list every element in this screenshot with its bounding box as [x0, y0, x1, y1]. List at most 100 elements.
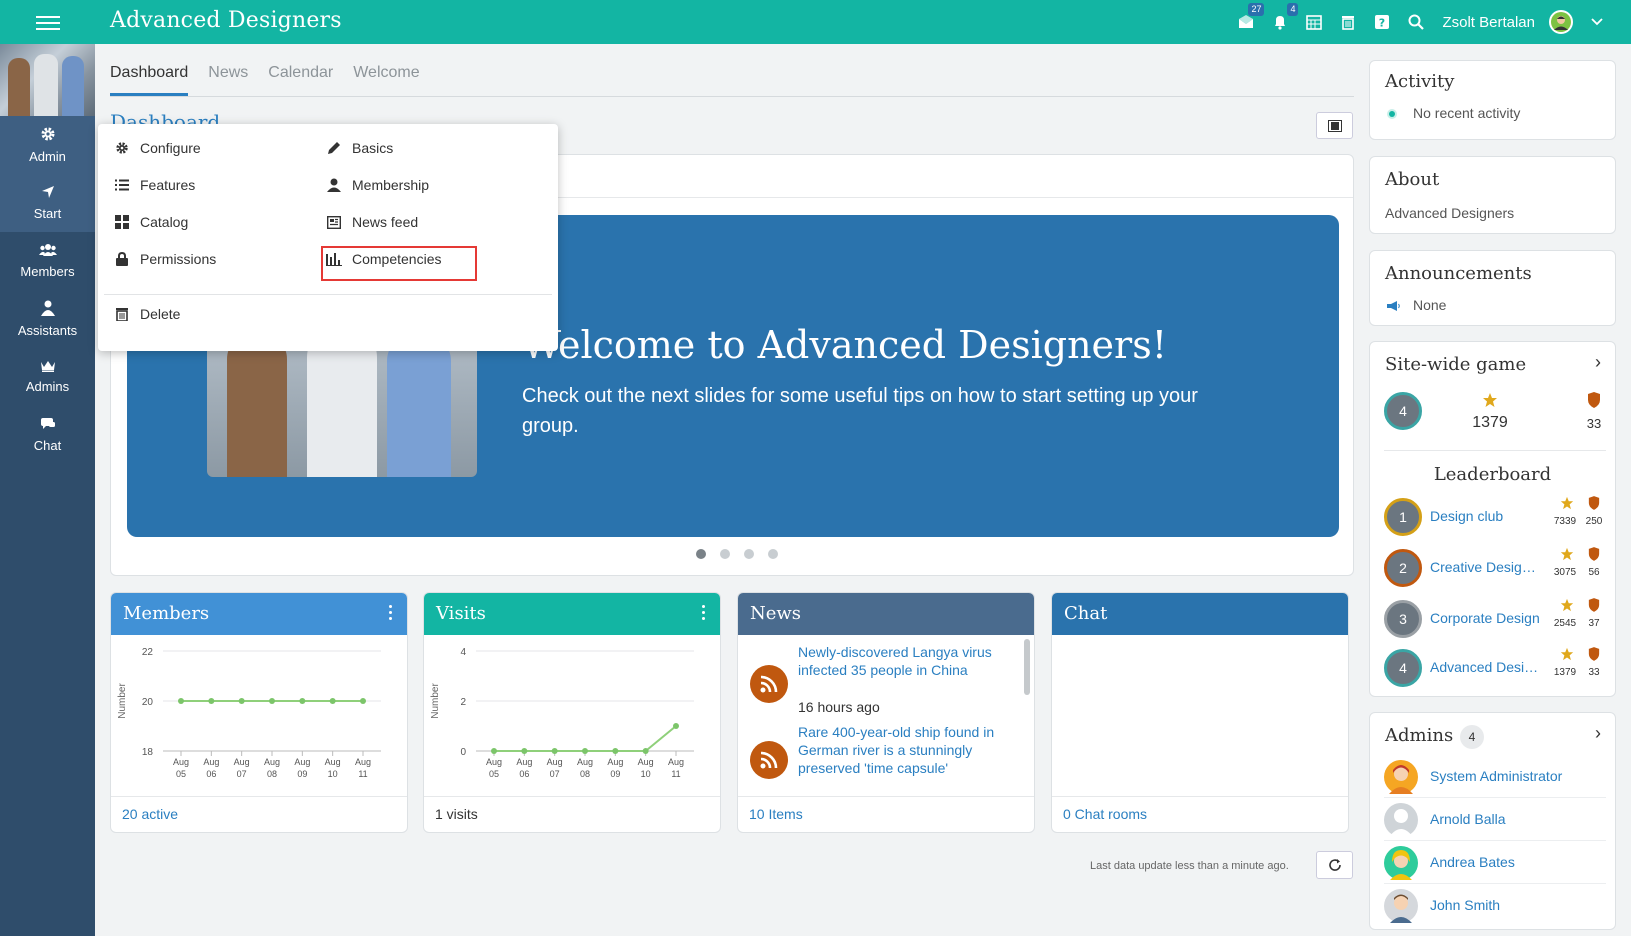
leaderboard-row[interactable]: 1 Design club 7339 250 — [1384, 494, 1606, 542]
data-point — [178, 698, 184, 704]
leaderboard-row[interactable]: 3 Corporate Design 2545 37 — [1384, 596, 1606, 644]
news-widget-footer[interactable]: 10 Items — [738, 796, 1034, 832]
y-axis-label: Number — [117, 683, 128, 719]
data-point — [208, 698, 215, 704]
data-point — [238, 698, 245, 704]
leaderboard-name[interactable]: Advanced Desig... — [1430, 659, 1540, 675]
search-icon[interactable] — [1406, 12, 1426, 32]
leaderboard-badges: 250 — [1585, 516, 1603, 527]
slider-dots — [696, 549, 778, 559]
leaderboard-name[interactable]: Creative Design ... — [1430, 559, 1540, 575]
menu-item-news-feed[interactable]: News feed — [326, 210, 418, 234]
y-tick-label: 2 — [460, 697, 466, 708]
top-bar: Advanced Designers 27 4 ? Zsolt Bertalan — [0, 0, 1631, 44]
leaderboard-row[interactable]: 2 Creative Design ... 3075 56 — [1384, 545, 1606, 593]
user-name[interactable]: Zsolt Bertalan — [1442, 14, 1535, 31]
menu-item-permissions[interactable]: Permissions — [114, 247, 216, 271]
admin-name[interactable]: John Smith — [1430, 897, 1500, 913]
tab-calendar[interactable]: Calendar — [268, 56, 333, 96]
admin-name[interactable]: System Administrator — [1430, 768, 1562, 784]
admin-row[interactable]: Arnold Balla — [1384, 798, 1606, 841]
menu-item-basics[interactable]: Basics — [326, 136, 393, 160]
admin-name[interactable]: Andrea Bates — [1430, 854, 1515, 870]
chevron-right-icon[interactable]: › — [1595, 352, 1601, 373]
x-tick-label: Aug 11 — [355, 757, 371, 779]
slider-dot[interactable] — [696, 549, 706, 559]
leaderboard-badges: 37 — [1588, 618, 1600, 629]
calendar-icon[interactable] — [1304, 12, 1324, 32]
more-vert-icon[interactable] — [389, 605, 393, 623]
sidebar-item-chat[interactable]: Chat — [0, 406, 95, 464]
chevron-down-icon[interactable] — [1587, 12, 1607, 32]
menu-icon[interactable] — [36, 12, 60, 32]
crown-icon — [40, 360, 56, 375]
admin-name[interactable]: Arnold Balla — [1430, 811, 1506, 827]
rss-icon — [750, 741, 788, 779]
app-title[interactable]: Advanced Designers — [110, 8, 342, 33]
slider-dot[interactable] — [744, 549, 754, 559]
chevron-right-icon[interactable]: › — [1595, 723, 1601, 744]
game-badges: 33 — [1586, 416, 1602, 431]
more-vert-icon[interactable] — [702, 605, 706, 623]
game-card: Site-wide game › 4 1379 33 Leaderboard 1… — [1369, 341, 1616, 697]
refresh-button[interactable] — [1316, 851, 1353, 879]
activity-card: Activity No recent activity — [1369, 60, 1616, 140]
menu-item-delete[interactable]: Delete — [114, 302, 180, 326]
chat-widget-footer[interactable]: 0 Chat rooms — [1052, 796, 1348, 832]
leaderboard-avatar: 1 — [1384, 498, 1422, 536]
slider-dot[interactable] — [720, 549, 730, 559]
leaderboard-name[interactable]: Design club — [1430, 508, 1540, 524]
menu-item-configure[interactable]: Configure — [114, 136, 201, 160]
notification-badge: 4 — [1287, 3, 1299, 16]
mail-icon[interactable]: 27 — [1236, 3, 1265, 32]
sidebar-item-assistants[interactable]: Assistants — [0, 290, 95, 348]
tab-dashboard[interactable]: Dashboard — [110, 56, 189, 96]
x-tick-label: Aug 06 — [203, 757, 219, 779]
tab-news[interactable]: News — [208, 56, 248, 96]
menu-item-catalog[interactable]: Catalog — [114, 210, 188, 234]
sidebar-item-members[interactable]: Members — [0, 232, 95, 290]
group-photo[interactable] — [0, 44, 95, 116]
activity-text: No recent activity — [1413, 105, 1521, 121]
leaderboard-name[interactable]: Corporate Design — [1430, 610, 1540, 626]
series-line — [494, 725, 677, 752]
data-point — [329, 698, 336, 704]
x-tick-label: Aug 06 — [516, 757, 532, 779]
leaderboard-row[interactable]: 4 Advanced Desig... 1379 33 — [1384, 645, 1606, 693]
sidebar-item-admin[interactable]: Admin — [0, 116, 95, 174]
user-avatar[interactable] — [1549, 10, 1573, 34]
menu-item-features[interactable]: Features — [114, 173, 195, 197]
menu-item-membership[interactable]: Membership — [326, 173, 429, 197]
sidebar-item-admins[interactable]: Admins — [0, 348, 95, 406]
visits-widget-header: Visits — [424, 593, 720, 635]
users-icon — [38, 243, 57, 260]
news-widget-title: News — [750, 603, 802, 624]
data-point — [673, 723, 679, 729]
admin-row[interactable]: John Smith — [1384, 884, 1606, 927]
scrollbar[interactable] — [1024, 639, 1030, 695]
avatar — [1384, 846, 1418, 880]
group-rank-avatar[interactable]: 4 — [1384, 392, 1422, 430]
members-widget-footer[interactable]: 20 active — [111, 796, 407, 832]
leaderboard-badges: 56 — [1588, 567, 1600, 578]
admin-row[interactable]: Andrea Bates — [1384, 841, 1606, 884]
data-point — [269, 698, 275, 704]
tab-bar: Dashboard News Calendar Welcome — [110, 56, 1354, 97]
news-item-title[interactable]: Newly-discovered Langya virus infected 3… — [798, 643, 1020, 679]
visits-widget-footer[interactable]: 1 visits — [424, 796, 720, 832]
trash-icon — [114, 307, 130, 321]
sidebar-item-start[interactable]: Start — [0, 174, 95, 232]
leaderboard-avatar: 3 — [1384, 600, 1422, 638]
y-tick-label: 4 — [460, 647, 466, 658]
avatar — [1384, 889, 1418, 923]
data-point — [642, 748, 649, 754]
news-item-title[interactable]: Rare 400-year-old ship found in German r… — [798, 723, 1020, 777]
slider-dot[interactable] — [768, 549, 778, 559]
tab-welcome[interactable]: Welcome — [353, 56, 419, 96]
layout-toggle-button[interactable] — [1316, 112, 1353, 139]
trash-icon[interactable] — [1338, 12, 1358, 32]
notification-icon[interactable]: 4 — [1270, 3, 1299, 32]
help-icon[interactable]: ? — [1372, 12, 1392, 32]
x-tick-label: Aug 10 — [638, 757, 654, 779]
admin-row[interactable]: System Administrator — [1384, 755, 1606, 798]
